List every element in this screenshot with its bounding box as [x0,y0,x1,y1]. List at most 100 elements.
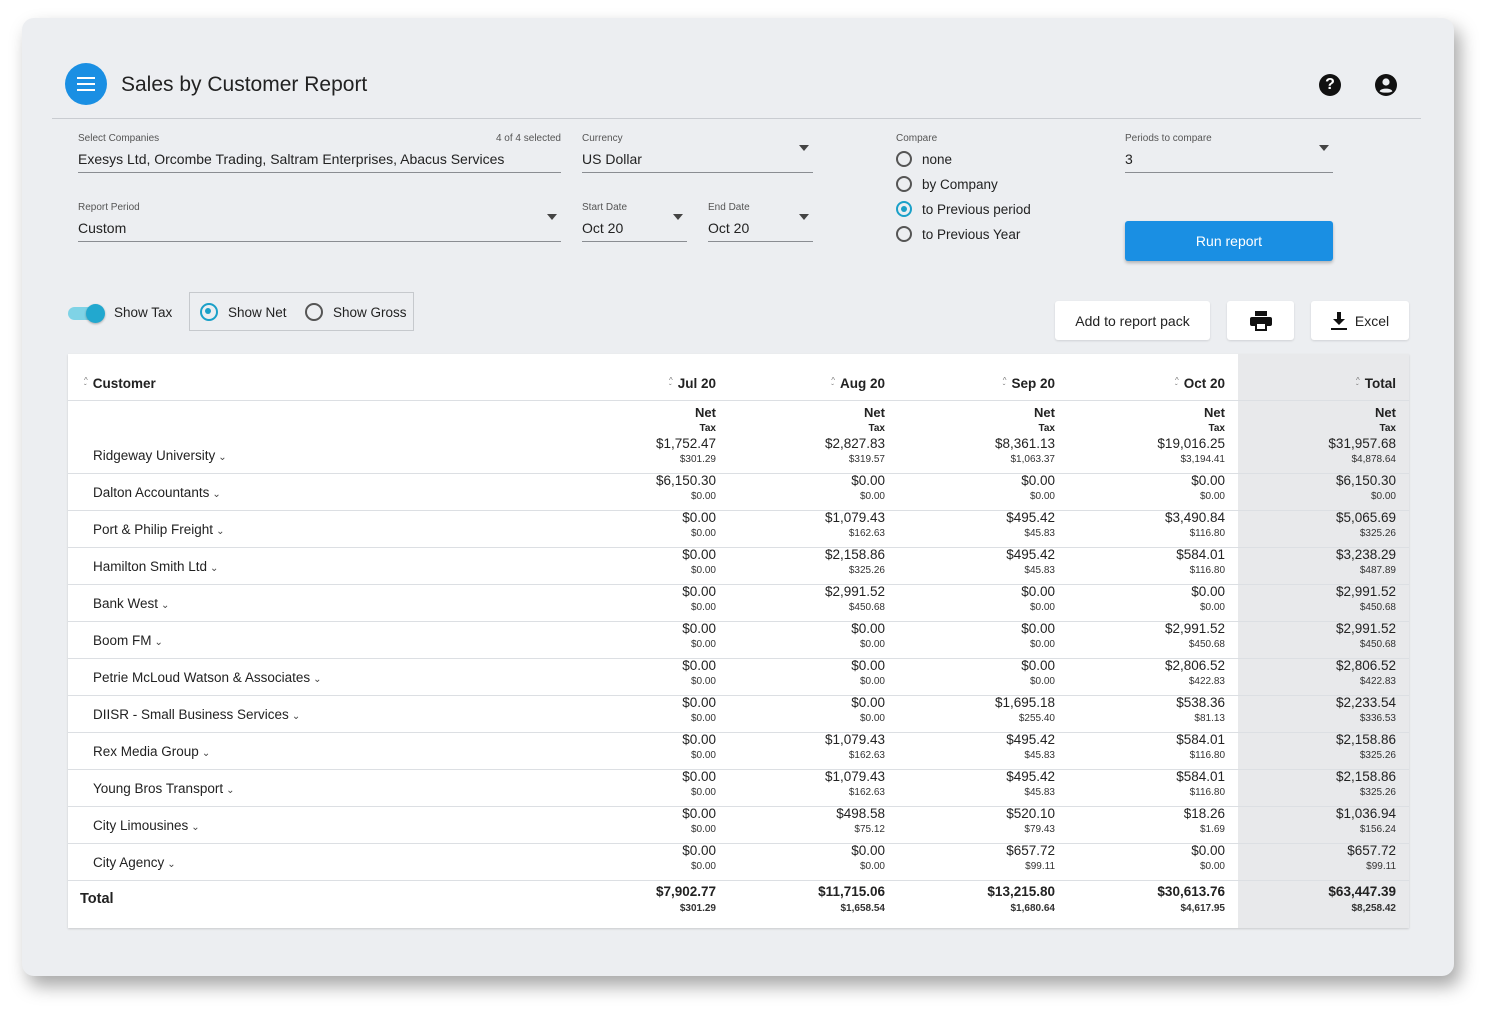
menu-button[interactable] [65,63,107,105]
column-header-aug-20[interactable]: ^ ˇ Aug 20 [825,376,885,391]
total-net-value: $7,902.77 [655,884,716,899]
tax-value: $0.00 [859,676,885,687]
report-card: Sales by Customer Report ? Select Compan… [22,18,1454,976]
total-tax-value: $1,680.64 [1010,903,1056,914]
table-row: Petrie McLoud Watson & Associates ⌄ $0.00 $… [68,658,1409,696]
compare-option-by-company[interactable]: by Company [896,176,998,192]
column-header-oct-20[interactable]: ^ ˇ Oct 20 [1165,376,1225,391]
start-date-value: Oct 20 [582,220,624,236]
customer-name-hamilton-smith-ltd[interactable]: Hamilton Smith Ltd ⌄ [93,559,218,574]
periods-to-compare-select[interactable]: Periods to compare 3 [1125,133,1333,173]
tax-value: $422.83 [1359,676,1396,687]
compare-option-previous-year[interactable]: to Previous Year [896,226,1020,242]
tax-value: $487.89 [1359,565,1396,576]
chevron-down-icon: ⌄ [313,674,322,685]
tax-value: $162.63 [848,528,885,539]
table-row: Rex Media Group ⌄ $0.00 $0.00 $1,079.43 $162.… [68,732,1409,770]
show-net-option[interactable]: Show Net [200,303,287,321]
tax-value: $116.80 [1189,787,1225,798]
show-gross-option[interactable]: Show Gross [305,303,407,321]
column-header-jul-20[interactable]: ^ ˇ Jul 20 [656,376,716,391]
tax-value: $0.00 [859,861,885,872]
column-header-sep-20[interactable]: ^ ˇ Sep 20 [995,376,1055,391]
tax-value: $0.00 [859,639,885,650]
customer-name-label: DIISR - Small Business Services [93,707,289,722]
hamburger-icon [77,77,95,91]
customer-name-rex-media-group[interactable]: Rex Media Group ⌄ [93,744,210,759]
net-value: $0.00 [851,695,885,710]
tax-subheader: Tax [699,423,717,434]
customer-name-label: Bank West [93,596,159,611]
start-date-select[interactable]: Start Date Oct 20 [582,202,687,242]
account-icon[interactable] [1375,74,1397,96]
net-value: $0.00 [682,732,716,747]
chevron-down-icon [547,214,557,220]
chevron-down-icon: ⌄ [226,785,235,796]
compare-option-previous-period[interactable]: to Previous period [896,201,1031,217]
tax-value: $0.00 [1029,602,1055,613]
report-table: ^ ˇ Customer ^ ˇ Jul 20 Net Tax ^ ˇ Aug 20 Net Tax ^ ˇ… [68,354,1409,928]
end-date-value: Oct 20 [708,220,750,236]
currency-select[interactable]: Currency US Dollar [582,133,813,173]
column-header-label: Oct 20 [1183,376,1225,391]
tax-value: $0.00 [690,713,716,724]
customer-name-city-agency[interactable]: City Agency ⌄ [93,855,176,870]
customer-name-young-bros-transport[interactable]: Young Bros Transport ⌄ [93,781,234,796]
column-header-label: Jul 20 [677,376,716,391]
net-value: $0.00 [1021,658,1055,673]
customer-name-ridgeway-university[interactable]: Ridgeway University ⌄ [93,448,227,463]
net-value: $0.00 [1191,843,1225,858]
tax-value: $336.53 [1359,713,1396,724]
compare-option-none[interactable]: none [896,151,952,167]
customer-name-label: Port & Philip Freight [93,522,214,537]
column-header-label: Sep 20 [1011,376,1055,391]
table-row: City Limousines ⌄ $0.00 $0.00 $498.58 $75.12 $… [68,806,1409,844]
tax-value: $0.00 [690,787,716,798]
add-to-report-pack-button[interactable]: Add to report pack [1055,301,1210,340]
total-tax-value: $301.29 [679,903,716,914]
start-date-label: Start Date [582,202,628,213]
customer-name-port-philip-freight[interactable]: Port & Philip Freight ⌄ [93,522,224,537]
customer-name-bank-west[interactable]: Bank West ⌄ [93,596,169,611]
customer-name-label: Petrie McLoud Watson & Associates [93,670,311,685]
customer-name-petrie-mcloud-watson-associates[interactable]: Petrie McLoud Watson & Associates ⌄ [93,670,322,685]
net-value: $8,361.13 [994,436,1055,451]
sort-icon: ^ ˇ [84,375,88,392]
tax-subheader: Tax [1208,423,1226,434]
end-date-select[interactable]: End Date Oct 20 [708,202,813,242]
customer-name-boom-fm[interactable]: Boom FM ⌄ [93,633,163,648]
currency-value: US Dollar [582,151,642,167]
periods-value: 3 [1125,151,1133,167]
net-value: $2,806.52 [1164,658,1225,673]
sort-icon: ^ ˇ [1355,375,1360,392]
net-value: $0.00 [682,658,716,673]
table-row: Ridgeway University ⌄ $1,752.47 $301.29 $2,8… [68,436,1409,474]
column-header-total[interactable]: ^ ˇ Total [1336,376,1396,391]
sort-icon: ^ ˇ [831,375,835,392]
help-icon[interactable]: ? [1319,74,1341,96]
excel-label: Excel [1354,312,1390,329]
show-tax-toggle[interactable] [68,304,106,323]
run-report-button[interactable]: Run report [1125,221,1333,261]
tax-value: $79.43 [1024,824,1055,835]
companies-select[interactable]: Select Companies 4 of 4 selected Exesys … [78,133,561,173]
column-header-customer[interactable]: ^ ˇ Customer [84,376,156,391]
excel-export-button[interactable]: Excel [1311,301,1409,340]
customer-name-dalton-accountants[interactable]: Dalton Accountants ⌄ [93,485,221,500]
customer-name-diisr-small-business-services[interactable]: DIISR - Small Business Services ⌄ [93,707,300,722]
net-value: $0.00 [682,584,716,599]
customer-name-label: City Limousines [93,818,189,833]
table-row: Hamilton Smith Ltd ⌄ $0.00 $0.00 $2,158.86 $3… [68,547,1409,585]
report-period-select[interactable]: Report Period Custom [78,202,561,242]
customer-name-city-limousines[interactable]: City Limousines ⌄ [93,818,200,833]
print-button[interactable] [1227,301,1294,340]
tax-value: $162.63 [848,750,885,761]
net-gross-group: Show Net Show Gross [189,292,414,331]
sort-icon: ^ ˇ [1002,375,1007,392]
tax-value: $325.26 [1359,528,1396,539]
net-value: $584.01 [1176,732,1225,747]
net-value: $1,036.94 [1335,806,1396,821]
companies-count: 4 of 4 selected [495,133,561,144]
tax-value: $45.83 [1024,787,1055,798]
total-label: Total [80,891,114,907]
